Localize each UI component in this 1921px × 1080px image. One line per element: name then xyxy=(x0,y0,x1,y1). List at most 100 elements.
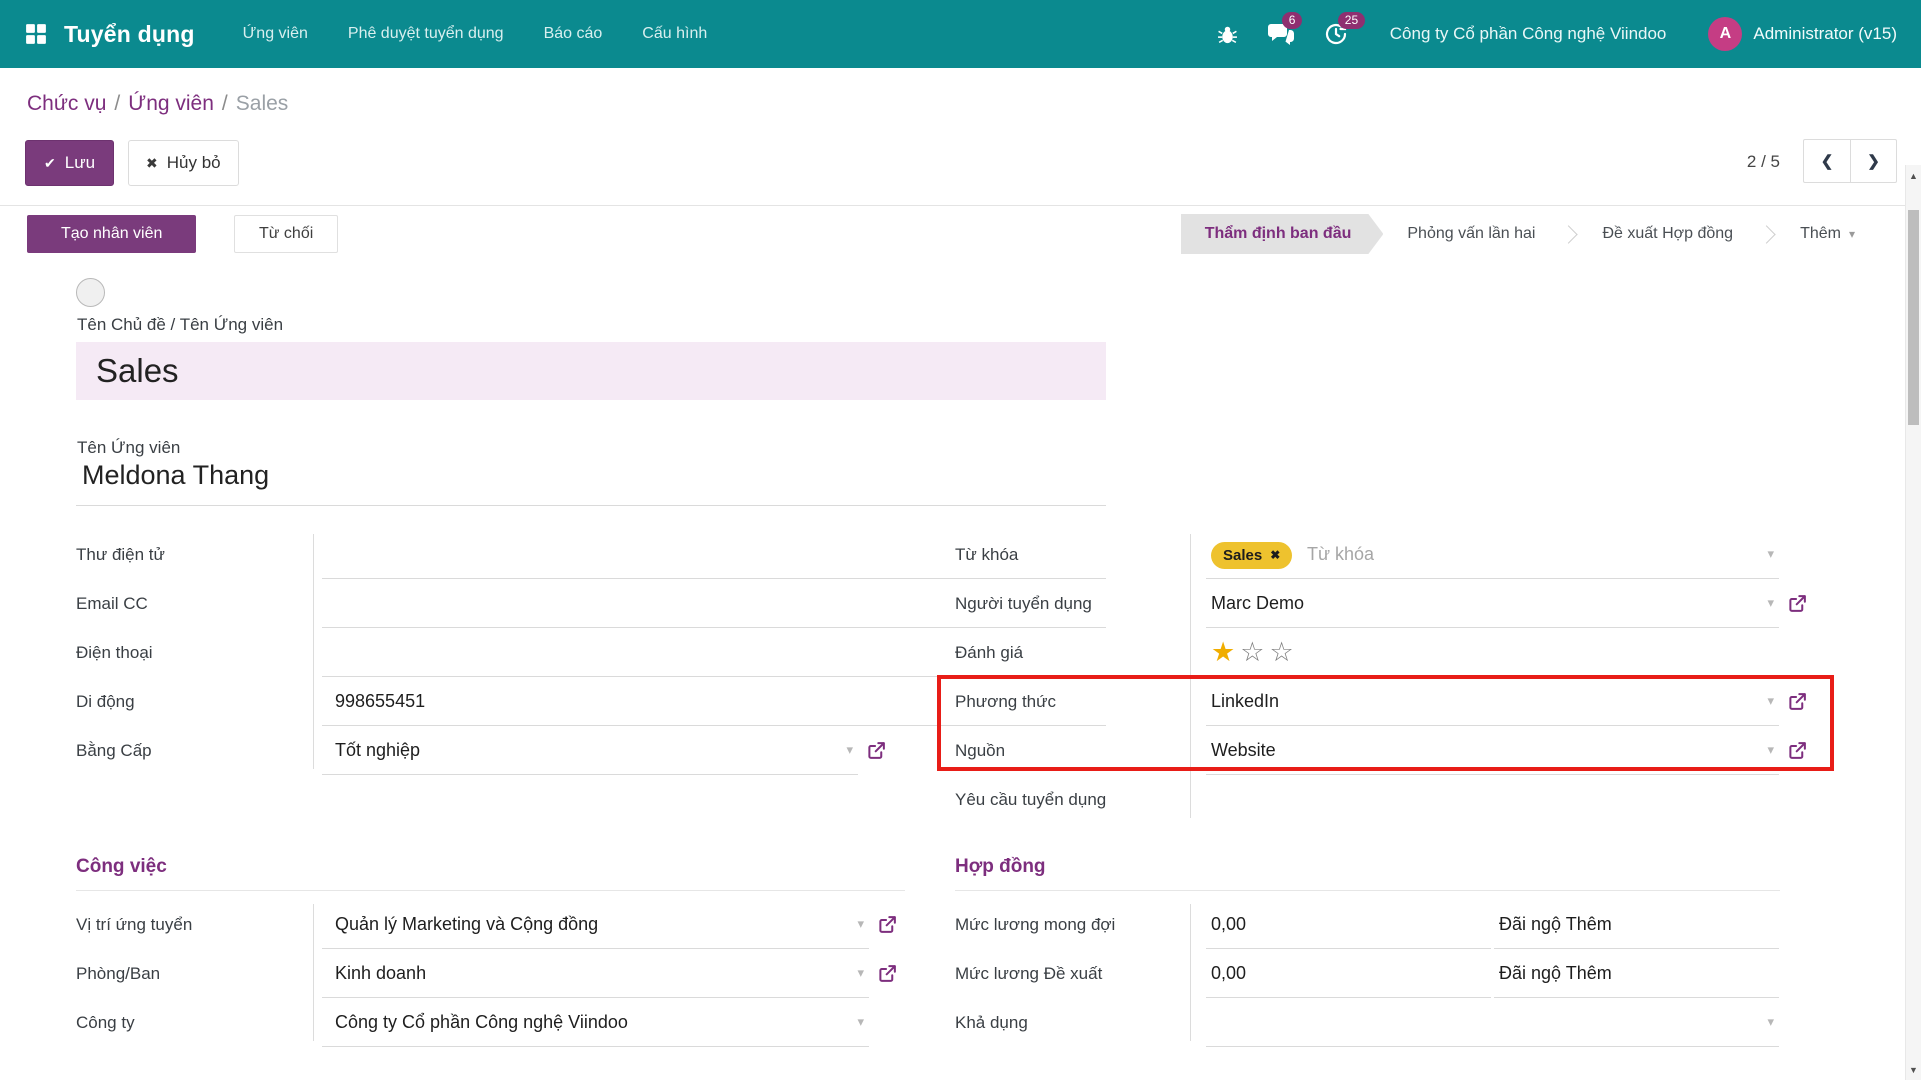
dropdown-caret-icon[interactable]: ▾ xyxy=(1767,726,1774,774)
applied-job-select[interactable]: Quản lý Marketing và Cộng đồng ▾ xyxy=(322,900,869,949)
menu-configuration[interactable]: Cấu hình xyxy=(622,0,727,68)
recruitment-request-input[interactable] xyxy=(1206,775,1779,824)
chevron-right-icon: ❯ xyxy=(1867,152,1880,170)
pager-next-button[interactable]: ❯ xyxy=(1850,140,1896,182)
star-empty-icon[interactable]: ☆ xyxy=(1240,637,1269,667)
dropdown-caret-icon[interactable]: ▾ xyxy=(1767,677,1774,725)
scroll-up-arrow[interactable]: ▲ xyxy=(1906,171,1921,181)
stage-more-dropdown[interactable]: Thêm ▾ xyxy=(1776,214,1879,254)
applied-job-label: Vị trí ứng tuyển xyxy=(76,900,313,949)
user-menu[interactable]: A Administrator (v15) xyxy=(1708,17,1897,51)
stage-separator-icon xyxy=(1757,225,1775,243)
availability-input[interactable]: ▾ xyxy=(1206,998,1779,1047)
menu-recruitment-approval[interactable]: Phê duyệt tuyển dụng xyxy=(328,0,524,68)
tag-sales[interactable]: Sales ✖ xyxy=(1211,542,1292,569)
field-row-degree: Bằng Cấp Tốt nghiệp ▾ xyxy=(76,726,1106,775)
field-row-proposed-salary: Mức lương Đề xuất 0,00 Đãi ngộ Thêm xyxy=(955,949,1815,998)
stage-second-interview[interactable]: Phỏng vấn lần hai xyxy=(1383,214,1559,254)
dropdown-caret-icon[interactable]: ▾ xyxy=(1767,530,1774,578)
refuse-button[interactable]: Từ chối xyxy=(234,215,338,253)
source-select[interactable]: Website ▾ xyxy=(1206,726,1779,775)
apps-menu-button[interactable] xyxy=(25,23,47,45)
app-title[interactable]: Tuyển dụng xyxy=(64,21,195,48)
messages-button[interactable]: 6 xyxy=(1268,22,1294,46)
dropdown-caret-icon[interactable]: ▾ xyxy=(857,900,864,948)
dropdown-caret-icon[interactable]: ▾ xyxy=(857,998,864,1046)
tag-remove-icon[interactable]: ✖ xyxy=(1270,542,1280,569)
record-pager: ❮ ❯ xyxy=(1803,139,1897,183)
recruiter-value: Marc Demo xyxy=(1211,593,1304,613)
row-spacer xyxy=(869,998,905,1047)
subject-input[interactable]: Sales xyxy=(76,342,1106,400)
vertical-scrollbar: ▲ ▼ xyxy=(1905,165,1921,1080)
proposed-salary-extra-input[interactable]: Đãi ngộ Thêm xyxy=(1494,949,1779,998)
company-label: Công ty xyxy=(76,998,313,1047)
recruiter-select[interactable]: Marc Demo ▾ xyxy=(1206,579,1779,628)
activities-button[interactable]: 25 xyxy=(1324,22,1348,46)
proposed-salary-input[interactable]: 0,00 xyxy=(1206,949,1491,998)
availability-label: Khả dụng xyxy=(955,998,1190,1047)
main-menu: Ứng viên Phê duyệt tuyển dụng Báo cáo Cấ… xyxy=(223,0,728,68)
scrollbar-thumb[interactable] xyxy=(1908,210,1919,425)
pager-previous-button[interactable]: ❮ xyxy=(1804,140,1850,182)
breadcrumb-job-positions[interactable]: Chức vụ xyxy=(27,92,106,115)
department-external-link[interactable] xyxy=(869,949,905,998)
star-filled-icon[interactable]: ★ xyxy=(1211,637,1240,667)
menu-reports[interactable]: Báo cáo xyxy=(524,0,623,68)
degree-external-link[interactable] xyxy=(858,726,894,775)
job-field-group: Vị trí ứng tuyển Quản lý Marketing và Cộ… xyxy=(76,900,905,1047)
field-row-source: Nguồn Website ▾ xyxy=(955,726,1815,775)
applicant-name-input[interactable]: Meldona Thang xyxy=(76,460,1106,506)
external-link-icon xyxy=(1788,741,1807,760)
subject-value: Sales xyxy=(76,342,1106,400)
applicant-photo-placeholder[interactable] xyxy=(76,278,105,307)
save-label: Lưu xyxy=(65,153,95,173)
user-avatar: A xyxy=(1708,17,1742,51)
medium-select[interactable]: LinkedIn ▾ xyxy=(1206,677,1779,726)
dropdown-caret-icon[interactable]: ▾ xyxy=(1767,579,1774,627)
department-value: Kinh doanh xyxy=(335,963,426,983)
medium-value: LinkedIn xyxy=(1211,691,1279,711)
source-external-link[interactable] xyxy=(1779,726,1815,775)
email-cc-label: Email CC xyxy=(76,579,313,628)
recruiter-external-link[interactable] xyxy=(1779,579,1815,628)
top-navbar: Tuyển dụng Ứng viên Phê duyệt tuyển dụng… xyxy=(0,0,1921,68)
recruitment-request-label: Yêu cầu tuyển dụng xyxy=(955,775,1190,824)
medium-external-link[interactable] xyxy=(1779,677,1815,726)
create-employee-button[interactable]: Tạo nhân viên xyxy=(27,215,196,253)
contact-field-group: Thư điện tử Email CC Điện thoại Di động … xyxy=(76,530,1106,775)
proposed-salary-label: Mức lương Đề xuất xyxy=(955,949,1190,998)
dropdown-caret-icon[interactable]: ▾ xyxy=(857,949,864,997)
applied-job-value: Quản lý Marketing và Cộng đồng xyxy=(335,914,598,934)
field-row-recruitment-request: Yêu cầu tuyển dụng xyxy=(955,775,1815,824)
breadcrumb-applications[interactable]: Ứng viên xyxy=(128,92,214,115)
menu-candidates[interactable]: Ứng viên xyxy=(223,0,328,68)
applied-job-external-link[interactable] xyxy=(869,900,905,949)
scroll-down-arrow[interactable]: ▼ xyxy=(1906,1065,1921,1075)
department-select[interactable]: Kinh doanh ▾ xyxy=(322,949,869,998)
bug-icon xyxy=(1217,24,1238,45)
discard-button[interactable]: ✖ Hủy bỏ xyxy=(128,140,239,186)
dropdown-caret-icon[interactable]: ▾ xyxy=(846,726,853,774)
star-empty-icon[interactable]: ☆ xyxy=(1269,637,1298,667)
expected-salary-input[interactable]: 0,00 xyxy=(1206,900,1491,949)
dropdown-caret-icon[interactable]: ▾ xyxy=(1767,998,1774,1046)
external-link-icon xyxy=(878,915,897,934)
company-select[interactable]: Công ty Cổ phần Công nghệ Viindoo ▾ xyxy=(322,998,869,1047)
field-row-availability: Khả dụng ▾ xyxy=(955,998,1815,1047)
external-link-icon xyxy=(878,964,897,983)
field-row-tags: Từ khóa Sales ✖ Từ khóa ▾ xyxy=(955,530,1815,579)
company-switcher[interactable]: Công ty Cổ phần Công nghệ Viindoo xyxy=(1390,24,1667,44)
details-field-group: Từ khóa Sales ✖ Từ khóa ▾ Người tuyển dụ… xyxy=(955,530,1815,824)
debug-button[interactable] xyxy=(1217,24,1238,45)
tags-input[interactable]: Sales ✖ Từ khóa ▾ xyxy=(1206,530,1779,579)
expected-salary-extra-input[interactable]: Đãi ngộ Thêm xyxy=(1494,900,1779,949)
messages-badge: 6 xyxy=(1282,12,1303,29)
applicant-name-label: Tên Ứng viên xyxy=(77,438,180,458)
breadcrumb-separator: / xyxy=(214,92,236,115)
job-section-heading: Công việc xyxy=(76,856,905,891)
stage-contract-proposal[interactable]: Đề xuất Hợp đồng xyxy=(1578,214,1757,254)
stage-initial-qualification[interactable]: Thẩm định ban đầu xyxy=(1181,214,1384,254)
save-button[interactable]: ✔ Lưu xyxy=(25,140,114,186)
degree-select[interactable]: Tốt nghiệp ▾ xyxy=(322,726,858,775)
